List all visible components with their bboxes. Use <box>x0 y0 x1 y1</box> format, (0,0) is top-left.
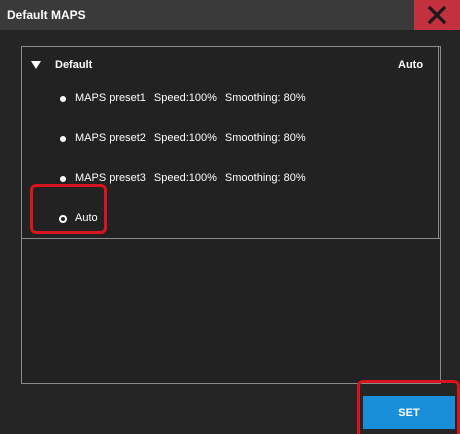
option-label: MAPS preset2 Speed:100% Smoothing: 80% <box>75 132 314 144</box>
option-speed: Speed:100% <box>153 172 217 184</box>
radio-selected-icon[interactable] <box>59 215 67 223</box>
option-name: Auto <box>75 212 98 224</box>
group-value: Auto <box>398 59 424 71</box>
option-label: MAPS preset1 Speed:100% Smoothing: 80% <box>75 92 314 104</box>
close-button[interactable] <box>414 0 460 30</box>
option-speed: Speed:100% <box>153 92 217 104</box>
option-preset1[interactable]: MAPS preset1 Speed:100% Smoothing: 80% <box>52 89 412 109</box>
option-preset2[interactable]: MAPS preset2 Speed:100% Smoothing: 80% <box>52 129 412 149</box>
title-bar: Default MAPS <box>0 0 460 30</box>
preset-list-panel: Default Auto MAPS preset1 Speed:100% Smoot… <box>21 46 441 384</box>
triangle-down-icon[interactable] <box>31 61 41 69</box>
option-smoothing: Smoothing: 80% <box>224 132 306 144</box>
group-label: Default <box>55 59 93 71</box>
option-name: MAPS preset1 <box>75 92 146 104</box>
option-label: Auto <box>75 212 106 224</box>
window-title: Default MAPS <box>7 8 86 22</box>
close-icon <box>427 5 447 25</box>
panel-divider <box>22 238 440 239</box>
option-name: MAPS preset2 <box>75 132 146 144</box>
radio-dot-icon[interactable] <box>60 96 66 102</box>
list-scroll-edge <box>438 47 439 238</box>
option-preset3[interactable]: MAPS preset3 Speed:100% Smoothing: 80% <box>52 169 412 189</box>
radio-dot-icon[interactable] <box>60 176 66 182</box>
option-smoothing: Smoothing: 80% <box>224 172 306 184</box>
group-header-default[interactable]: Default Auto <box>22 57 440 75</box>
option-label: MAPS preset3 Speed:100% Smoothing: 80% <box>75 172 314 184</box>
option-speed: Speed:100% <box>153 132 217 144</box>
option-smoothing: Smoothing: 80% <box>224 92 306 104</box>
option-name: MAPS preset3 <box>75 172 146 184</box>
option-auto[interactable]: Auto <box>52 209 412 229</box>
radio-dot-icon[interactable] <box>60 136 66 142</box>
set-button[interactable]: SET <box>363 396 455 429</box>
